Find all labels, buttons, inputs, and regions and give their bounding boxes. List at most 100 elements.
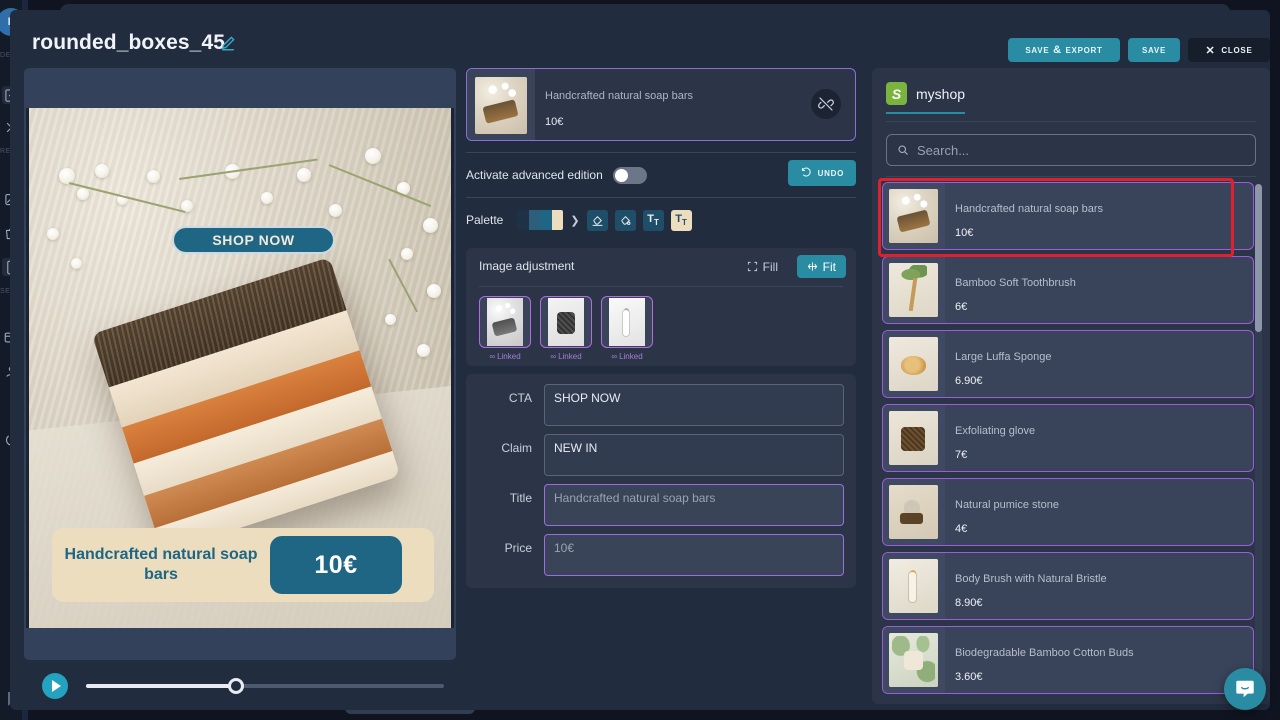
selected-product-name: Handcrafted natural soap bars [545,90,693,102]
claim-input[interactable] [544,434,844,476]
product-price: 6.90€ [955,375,983,387]
palette-swatch[interactable] [528,210,541,230]
undo-button[interactable]: Undo [787,160,856,186]
product-name: Exfoliating glove [955,425,1036,437]
field-label-claim: Claim [501,441,532,455]
catalog-divider-1 [886,121,1256,122]
search-icon [898,145,908,155]
list-item[interactable]: Large Luffa Sponge 6.90€ [882,330,1254,398]
tab-myshop[interactable]: S myshop [886,80,966,114]
editor-modal: rounded_boxes_45 Save & Export Save ✕ Cl… [10,10,1270,710]
creative-cta-button[interactable]: SHOP NOW [172,226,335,254]
image-fit-label: Fit [822,259,836,274]
catalog-divider-2 [886,176,1256,177]
image-fill-label: Fill [762,259,778,274]
text-color-alt-icon[interactable]: TT [670,209,692,231]
advanced-edition-label: Activate advanced edition [466,168,603,182]
timeline-progress [86,684,237,688]
list-item[interactable]: Body Brush with Natural Bristle 8.90€ [882,552,1254,620]
product-price: 6€ [955,301,968,313]
palette-swatches[interactable] [517,210,564,230]
advanced-edition-toggle[interactable] [612,166,647,184]
scrollbar-thumb[interactable] [1255,184,1262,332]
creative-product-title: Handcrafted natural soap bars [64,546,258,583]
palette-swatch[interactable] [551,210,564,230]
chat-bubble-icon[interactable] [1224,668,1266,710]
field-row-price: Price [478,534,844,576]
field-row-cta: CTA [478,384,844,426]
image-variant-2: ∞ Linked [540,296,592,361]
chevron-right-icon[interactable]: ❯ [570,214,579,227]
timeline-thumb[interactable] [228,678,245,694]
image-variant-thumbnail[interactable] [540,296,592,348]
product-thumbnail [889,189,938,243]
field-label-price: Price [504,541,532,555]
product-name: Bamboo Soft Toothbrush [955,277,1076,289]
product-list[interactable]: Handcrafted natural soap bars 10€ Bamboo… [882,182,1254,700]
selected-product-card[interactable]: Handcrafted natural soap bars 10€ [466,68,856,141]
creative-info-card: Handcrafted natural soap bars 10€ [52,528,434,602]
linked-toggle[interactable]: ∞ Linked [479,352,531,361]
linked-toggle[interactable]: ∞ Linked [601,352,653,361]
save-and-export-button[interactable]: Save & Export [1008,38,1120,62]
selected-product-thumbnail [475,77,527,134]
search-box[interactable] [886,134,1256,166]
paint-bucket-alt-icon[interactable] [614,209,636,231]
shop-name: myshop [916,85,966,102]
product-name: Natural pumice stone [955,499,1059,511]
product-name: Body Brush with Natural Bristle [955,573,1107,585]
play-icon [51,680,61,692]
product-price: 4€ [955,523,968,535]
image-adjustment-title: Image adjustment [479,259,575,273]
toggle-knob [614,168,628,182]
image-variant-thumbnails: ∞ Linked ∞ Linked ∞ Linked [479,296,653,361]
advanced-edition-row: Activate advanced edition Undo [466,153,856,197]
image-variant-thumbnail[interactable] [479,296,531,348]
search-input[interactable] [917,142,1245,158]
image-variant-thumbnail[interactable] [601,296,653,348]
title-input[interactable] [544,484,844,526]
modal-header: rounded_boxes_45 Save & Export Save ✕ Cl… [10,10,1270,68]
product-thumbnail [889,263,938,317]
product-price: 7€ [955,449,968,461]
price-input[interactable] [544,534,844,576]
product-price: 8.90€ [955,597,983,609]
unlink-icon[interactable] [811,89,841,119]
image-fit-button[interactable]: Fit [796,255,846,278]
product-thumbnail [889,485,938,539]
image-fill-button[interactable]: Fill [737,255,788,278]
list-item[interactable]: Biodegradable Bamboo Cotton Buds 3.60€ [882,626,1254,694]
save-button[interactable]: Save [1128,38,1180,62]
field-row-claim: Claim [478,434,844,476]
timeline-slider[interactable] [86,678,444,694]
play-button[interactable] [42,673,68,699]
text-color-icon[interactable]: TT [642,209,664,231]
pencil-icon[interactable] [219,34,237,52]
palette-swatch[interactable] [517,210,529,230]
product-catalog-panel: S myshop Handcrafted natural soap bars 1… [872,68,1270,704]
close-button[interactable]: ✕ Close [1188,38,1270,62]
creative-preview-panel: SHOP NOW Handcrafted natural soap bars 1… [24,68,456,660]
list-item[interactable]: Bamboo Soft Toothbrush 6€ [882,256,1254,324]
product-thumbnail [889,633,938,687]
list-item[interactable]: Natural pumice stone 4€ [882,478,1254,546]
palette-swatch[interactable] [540,210,552,230]
shopify-icon: S [886,82,907,105]
link-icon: ∞ [611,352,618,361]
product-thumbnail [889,337,938,391]
preview-player-bar [24,668,456,704]
paint-bucket-icon[interactable] [586,209,608,231]
product-name: Large Luffa Sponge [955,351,1052,363]
field-label-title: Title [509,491,532,505]
creative-canvas[interactable]: SHOP NOW Handcrafted natural soap bars 1… [26,108,454,628]
linked-toggle[interactable]: ∞ Linked [540,352,592,361]
image-variant-3: ∞ Linked [601,296,653,361]
cta-input[interactable] [544,384,844,426]
link-icon: ∞ [489,352,496,361]
list-item[interactable]: Exfoliating glove 7€ [882,404,1254,472]
list-item[interactable]: Handcrafted natural soap bars 10€ [882,182,1254,250]
product-price: 10€ [955,227,974,239]
selected-product-price: 10€ [545,116,564,128]
text-fields-card: CTA Claim Title Price [466,374,856,588]
product-list-scrollbar[interactable] [1255,184,1262,694]
